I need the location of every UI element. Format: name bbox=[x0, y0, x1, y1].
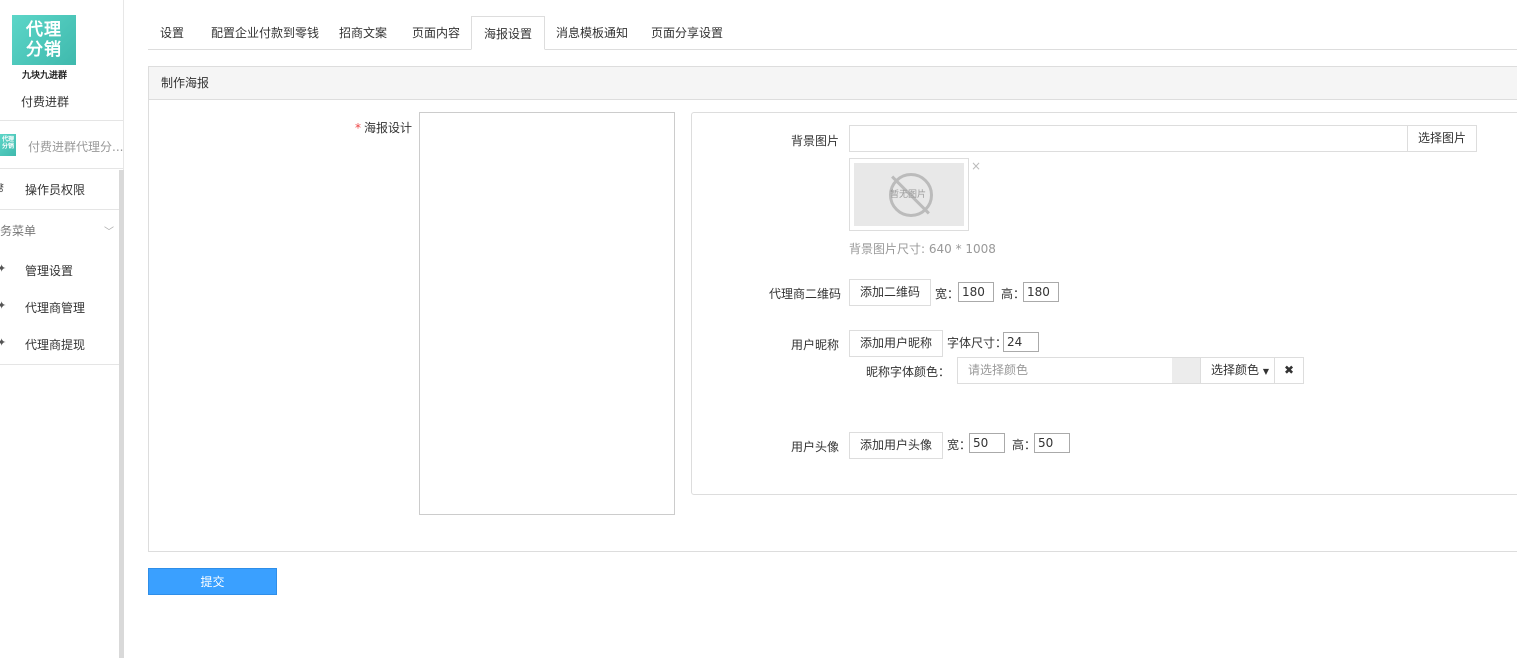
sub-app-logo-icon: 代理 分销 bbox=[0, 134, 16, 156]
divider bbox=[0, 120, 123, 121]
bg-image-label: 背景图片 bbox=[791, 134, 840, 148]
clear-color-button[interactable]: ✖ bbox=[1274, 357, 1304, 384]
no-image-placeholder: 暂无图片 bbox=[854, 163, 964, 226]
nickname-label: 用户昵称 bbox=[791, 338, 840, 352]
tab-enterprise-payment[interactable]: 配置企业付款到零钱 bbox=[199, 16, 331, 50]
font-size-label: 字体尺寸： bbox=[947, 336, 1008, 350]
app-logo[interactable]: 代理 分销 bbox=[12, 15, 76, 65]
sidebar-border bbox=[123, 0, 124, 170]
poster-design-label: * 海报设计 bbox=[355, 119, 412, 136]
menu-group-title[interactable]: 务菜单 bbox=[0, 222, 36, 239]
logo-caption: 九块九进群 bbox=[22, 71, 68, 81]
sub-app-label: 付费进群代理分... bbox=[28, 140, 124, 154]
sidebar-item-operator[interactable]: ⚷ 操作员权限 bbox=[0, 179, 119, 199]
tab-settings[interactable]: 设置 bbox=[148, 16, 196, 50]
logo-text-line1: 代理 bbox=[26, 20, 62, 40]
add-nickname-button[interactable]: 添加用户昵称 bbox=[849, 330, 944, 357]
panel-title: 制作海报 bbox=[149, 67, 1517, 100]
divider bbox=[0, 209, 123, 210]
qr-width-input[interactable] bbox=[958, 282, 994, 302]
sidebar-item-agent-withdraw[interactable]: ✦ 代理商提现 bbox=[0, 334, 119, 354]
qr-height-input[interactable] bbox=[1023, 282, 1059, 302]
gear-icon: ✦ bbox=[0, 262, 7, 275]
choose-color-button[interactable]: 选择颜色 ▼ bbox=[1200, 357, 1280, 384]
color-input[interactable]: 请选择颜色 bbox=[957, 357, 1172, 384]
avatar-label: 用户头像 bbox=[791, 440, 840, 454]
poster-panel: 制作海报 * 海报设计 背景图片 选择图片 暂无图片 × 背景图片尺寸: 640 … bbox=[148, 66, 1517, 552]
poster-canvas[interactable] bbox=[419, 112, 675, 515]
poster-design-text: 海报设计 bbox=[364, 121, 413, 135]
sidebar-item-agent-manage[interactable]: ✦ 代理商管理 bbox=[0, 297, 119, 317]
bg-image-input[interactable] bbox=[849, 125, 1407, 152]
font-size-input[interactable] bbox=[1003, 332, 1039, 352]
poster-settings-box: 背景图片 选择图片 暂无图片 × 背景图片尺寸: 640 * 1008 代理商二… bbox=[691, 112, 1517, 495]
avatar-height-label: 高： bbox=[1012, 438, 1037, 452]
chevron-down-icon[interactable]: ﹀ bbox=[104, 223, 114, 238]
tab-page-share[interactable]: 页面分享设置 bbox=[639, 16, 735, 50]
user-key-icon: ⚷ bbox=[0, 181, 6, 194]
qr-label: 代理商二维码 bbox=[769, 287, 842, 301]
gear-icon: ✦ bbox=[0, 299, 7, 312]
tab-recruit-copy[interactable]: 招商文案 bbox=[327, 16, 399, 50]
bg-image-preview: 暂无图片 bbox=[849, 158, 969, 231]
avatar-width-label: 宽： bbox=[947, 438, 972, 452]
tab-bar: 设置 配置企业付款到零钱 招商文案 页面内容 海报设置 消息模板通知 页面分享设… bbox=[148, 16, 1517, 50]
remove-image-icon[interactable]: × bbox=[971, 159, 981, 173]
tab-page-content[interactable]: 页面内容 bbox=[400, 16, 472, 50]
avatar-height-input[interactable] bbox=[1034, 433, 1070, 453]
sidebar-item-label: 管理设置 bbox=[25, 264, 74, 278]
qr-width-label: 宽： bbox=[935, 287, 960, 301]
caret-down-icon: ▼ bbox=[1262, 367, 1269, 376]
qr-height-label: 高： bbox=[1001, 287, 1026, 301]
sidebar-item-manage-settings[interactable]: ✦ 管理设置 bbox=[0, 260, 119, 280]
divider bbox=[0, 364, 123, 365]
divider bbox=[0, 168, 123, 169]
tab-message-template[interactable]: 消息模板通知 bbox=[544, 16, 640, 50]
tab-poster-settings[interactable]: 海报设置 bbox=[471, 16, 546, 50]
color-swatch bbox=[1172, 357, 1200, 384]
choose-color-label: 选择颜色 bbox=[1211, 363, 1260, 377]
sidebar: 代理 分销 九块九进群 付费进群 代理 分销 付费进群代理分... ⚷ 操作员权限… bbox=[0, 0, 124, 658]
close-icon: ✖ bbox=[1283, 363, 1295, 377]
sidebar-item-label: 操作员权限 bbox=[25, 183, 86, 197]
app-name[interactable]: 付费进群 bbox=[21, 93, 69, 110]
sidebar-item-label: 代理商提现 bbox=[25, 338, 86, 352]
add-avatar-button[interactable]: 添加用户头像 bbox=[849, 432, 944, 459]
required-mark: * bbox=[355, 121, 361, 135]
submit-button[interactable]: 提交 bbox=[148, 568, 277, 595]
nickname-color-label: 昵称字体颜色： bbox=[866, 365, 951, 379]
sub-app-item[interactable]: 代理 分销 付费进群代理分... bbox=[0, 131, 124, 159]
logo-text-line2: 分销 bbox=[26, 40, 62, 60]
avatar-width-input[interactable] bbox=[969, 433, 1005, 453]
sidebar-item-label: 代理商管理 bbox=[25, 301, 86, 315]
bg-size-hint: 背景图片尺寸: 640 * 1008 bbox=[849, 242, 996, 256]
add-qr-button[interactable]: 添加二维码 bbox=[849, 279, 932, 306]
gear-icon: ✦ bbox=[0, 336, 7, 349]
no-image-text: 暂无图片 bbox=[890, 190, 927, 200]
choose-image-button[interactable]: 选择图片 bbox=[1407, 125, 1478, 152]
sidebar-scrollbar[interactable] bbox=[119, 170, 124, 658]
